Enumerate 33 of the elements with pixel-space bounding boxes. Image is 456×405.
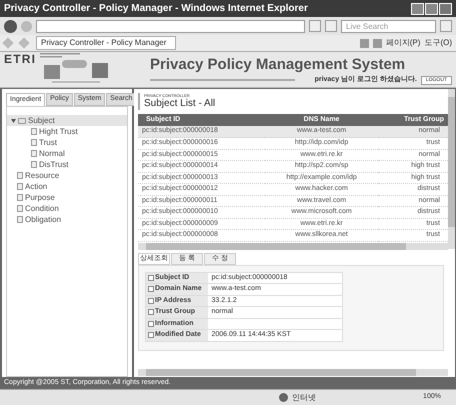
tree-item[interactable]: Normal [39,148,65,160]
folder-icon [18,118,26,124]
horizontal-scrollbar[interactable] [138,369,448,376]
search-field[interactable]: Live Search [341,20,436,32]
browser-tab[interactable]: Privacy Controller - Policy Manager [36,36,176,50]
fine-print-drawing [40,53,80,59]
tree-item[interactable]: Action [25,180,48,192]
horizontal-scrollbar[interactable] [138,242,448,250]
minimize-button[interactable] [411,2,424,14]
tree-item[interactable]: Obligation [25,214,62,226]
tree-item[interactable]: Hight Trust [39,126,78,138]
tree-item[interactable]: Resource [25,170,60,182]
globe-icon [279,393,288,402]
page-heading: Subject List - All [144,98,216,110]
window-title: Privacy Controller - Policy Manager - Windows Internet Explorer [4,2,308,16]
tree-item[interactable]: Condition [25,202,59,214]
logo: ETRI [4,53,36,65]
banner-title: Privacy Policy Management System [150,56,406,75]
zone-label: 인터넷 [292,392,317,404]
back-button[interactable] [4,20,17,32]
address-field[interactable] [36,20,305,32]
vertical-scrollbar[interactable] [448,89,455,249]
tools-menu[interactable]: 도구(O) [424,37,452,49]
close-button[interactable] [439,2,452,14]
tree-item[interactable]: DisTrust [39,158,68,170]
maximize-button[interactable] [425,2,438,14]
expander-icon[interactable] [11,118,16,123]
page-menu[interactable]: 페이지(P) [386,37,420,49]
refresh-button[interactable] [309,20,321,32]
stop-button[interactable] [325,20,337,32]
tree-item[interactable]: Purpose [25,192,55,204]
forward-button[interactable] [21,20,32,32]
tree-item[interactable]: Trust [39,136,57,148]
